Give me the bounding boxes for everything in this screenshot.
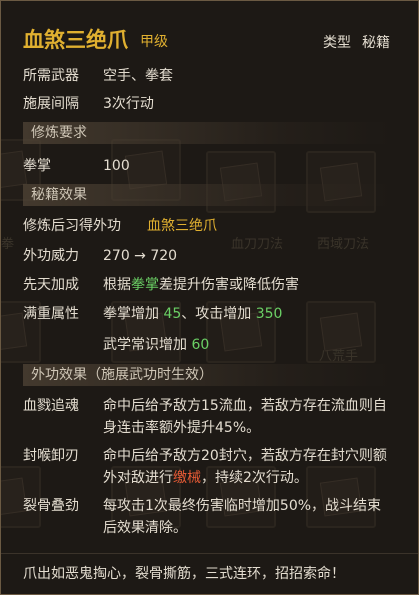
- tooltip-header: 血煞三绝爪 甲级 类型 秘籍: [1, 1, 418, 57]
- weapon-label: 所需武器: [23, 68, 79, 84]
- ghost-label: 拳: [1, 237, 15, 252]
- innate-highlight: 拳掌: [131, 277, 159, 293]
- innate-text-pre: 根据: [103, 277, 131, 293]
- footer-divider: [1, 553, 418, 554]
- effect-name: 裂骨叠劲: [23, 498, 79, 514]
- power-value: 270 → 720: [103, 248, 178, 264]
- effect-name: 封喉卸刃: [23, 448, 79, 464]
- full-weight-attack-text: 、攻击增加: [181, 306, 256, 322]
- innate-value: 根据拳掌差提升伤害或降低伤害: [103, 275, 299, 295]
- effect-desc-line: 命中后给予敌方15流血，若敌方存在流血则自: [103, 398, 387, 414]
- effect-desc-line: 每攻击1次最终伤害临时增加50%，战斗结束: [103, 498, 382, 514]
- effect-desc-text: 外对敌进行: [103, 470, 173, 486]
- ghost-label: 西域刀法: [317, 237, 370, 252]
- effect-desc-line: 身连击率额外提升45%。: [103, 420, 261, 436]
- effect-desc: 命中后给予敌方15流血，若敌方存在流血则自 身连击率额外提升45%。: [103, 395, 403, 439]
- skill-grade: 甲级: [140, 34, 168, 50]
- effect-name: 血戮追魂: [23, 398, 79, 414]
- full-weight-label: 满重属性: [23, 306, 79, 322]
- fist-label: 拳掌: [23, 158, 51, 174]
- interval-label: 施展间隔: [23, 96, 79, 112]
- learn-label: 修炼后习得外功: [23, 218, 121, 234]
- section-skill-effects: 外功效果（施展武功时生效）: [23, 364, 391, 386]
- full-weight-line1: 拳掌增加 45、攻击增加 350: [103, 304, 282, 324]
- effect-desc-line: 外对敌进行缴械，持续2次行动。: [103, 467, 403, 489]
- fist-value: 100: [103, 158, 130, 174]
- effect-desc-text: ，持续2次行动。: [201, 470, 308, 486]
- innate-label: 先天加成: [23, 277, 79, 293]
- effect-desc: 每攻击1次最终伤害临时增加50%，战斗结束 后效果清除。: [103, 495, 403, 539]
- type-value: 秘籍: [362, 35, 390, 51]
- type-label: 类型: [323, 35, 351, 51]
- skill-tooltip: 血刀刀法 西域刀法 八荒手 拳 血煞三绝爪 甲级 类型 秘籍 所需武器 空手、拳…: [0, 0, 419, 595]
- full-weight-fist-text: 拳掌增加: [103, 306, 164, 322]
- innate-text-post: 差提升伤害或降低伤害: [159, 277, 299, 293]
- interval-value: 3次行动: [103, 96, 154, 112]
- section-effects: 秘籍效果: [23, 184, 391, 206]
- disarm-keyword: 缴械: [173, 470, 201, 486]
- effect-desc-line: 命中后给予敌方20封穴，若敌方存在封穴则额: [103, 448, 387, 464]
- full-weight-attack-value: 350: [255, 306, 283, 322]
- full-weight-knowledge-value: 60: [191, 337, 210, 353]
- ghost-label: 八荒手: [319, 349, 359, 364]
- skill-title: 血煞三绝爪: [23, 28, 128, 52]
- effect-desc-line: 后效果清除。: [103, 520, 187, 536]
- full-weight-line2: 武学常识增加 60: [103, 335, 209, 355]
- flavor-text: 爪出如恶鬼掏心，裂骨撕筋，三式连环，招招索命！: [23, 566, 345, 582]
- ghost-label: 血刀刀法: [231, 237, 284, 252]
- power-label: 外功威力: [23, 248, 79, 264]
- section-requirements: 修炼要求: [23, 122, 391, 144]
- weapon-value: 空手、拳套: [103, 68, 173, 84]
- full-weight-knowledge-text: 武学常识增加: [103, 337, 192, 353]
- learn-value: 血煞三绝爪: [147, 218, 217, 234]
- effect-desc: 命中后给予敌方20封穴，若敌方存在封穴则额 外对敌进行缴械，持续2次行动。: [103, 445, 403, 489]
- full-weight-fist-value: 45: [163, 306, 182, 322]
